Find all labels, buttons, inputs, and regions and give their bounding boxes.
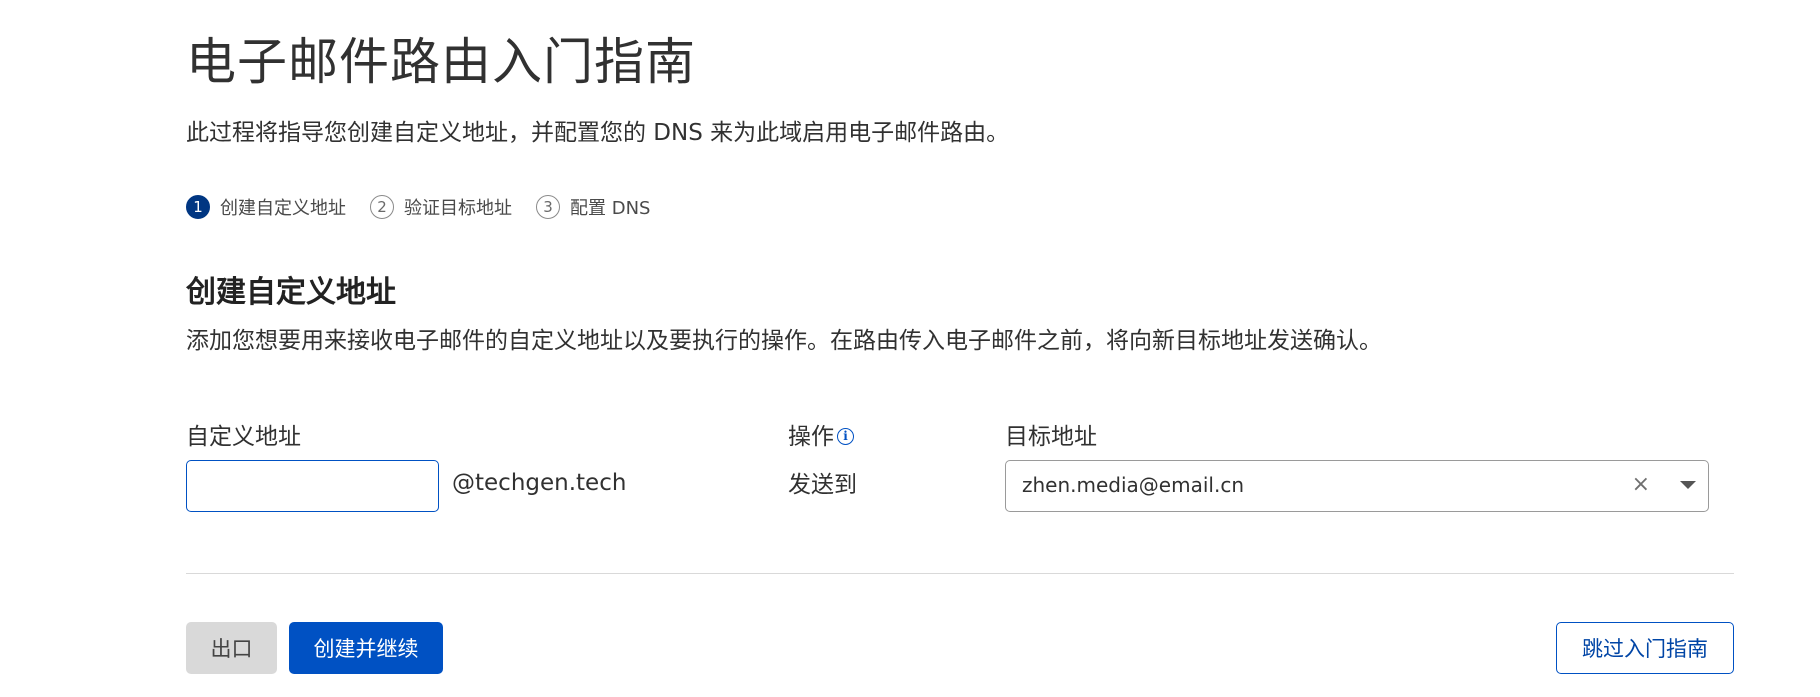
step-number-2: 2 bbox=[370, 195, 394, 219]
step-label: 创建自定义地址 bbox=[220, 198, 346, 219]
email-routing-onboarding-page: 电子邮件路由入门指南 此过程将指导您创建自定义地址，并配置您的 DNS 来为此域… bbox=[0, 0, 1820, 697]
custom-address-label-text: 自定义地址 bbox=[186, 424, 301, 450]
divider bbox=[186, 573, 1734, 574]
section-heading: 创建自定义地址 bbox=[186, 275, 396, 310]
destination-label: 目标地址 bbox=[1005, 417, 1097, 451]
action-label-text: 操作 bbox=[788, 424, 834, 450]
action-value: 发送到 bbox=[788, 472, 857, 498]
step-configure-dns: 3 配置 DNS bbox=[536, 194, 650, 220]
page-title: 电子邮件路由入门指南 bbox=[186, 33, 696, 91]
step-create-custom-address: 1 创建自定义地址 bbox=[186, 194, 346, 220]
clear-icon[interactable]: × bbox=[1632, 473, 1650, 497]
action-label: 操作 i bbox=[788, 417, 854, 451]
destination-address-select[interactable]: zhen.media@email.cn × bbox=[1005, 460, 1709, 512]
create-and-continue-button[interactable]: 创建并继续 bbox=[289, 622, 443, 674]
section-description: 添加您想要用来接收电子邮件的自定义地址以及要执行的操作。在路由传入电子邮件之前，… bbox=[186, 328, 1382, 354]
domain-suffix: @techgen.tech bbox=[452, 470, 627, 496]
skip-onboarding-button[interactable]: 跳过入门指南 bbox=[1556, 622, 1734, 674]
step-verify-destination: 2 验证目标地址 bbox=[370, 194, 512, 220]
chevron-down-icon[interactable] bbox=[1680, 481, 1696, 489]
custom-address-label: 自定义地址 bbox=[186, 417, 301, 451]
step-number-1: 1 bbox=[186, 195, 210, 219]
stepper: 1 创建自定义地址 2 验证目标地址 3 配置 DNS bbox=[186, 193, 674, 221]
step-label: 配置 DNS bbox=[570, 198, 651, 219]
custom-address-input[interactable] bbox=[186, 460, 439, 512]
page-intro: 此过程将指导您创建自定义地址，并配置您的 DNS 来为此域启用电子邮件路由。 bbox=[186, 120, 1010, 146]
step-label: 验证目标地址 bbox=[404, 198, 512, 219]
exit-button[interactable]: 出口 bbox=[186, 622, 277, 674]
destination-label-text: 目标地址 bbox=[1005, 424, 1097, 450]
info-icon[interactable]: i bbox=[837, 427, 854, 445]
step-number-3: 3 bbox=[536, 195, 560, 219]
destination-address-value: zhen.media@email.cn bbox=[1022, 473, 1244, 497]
